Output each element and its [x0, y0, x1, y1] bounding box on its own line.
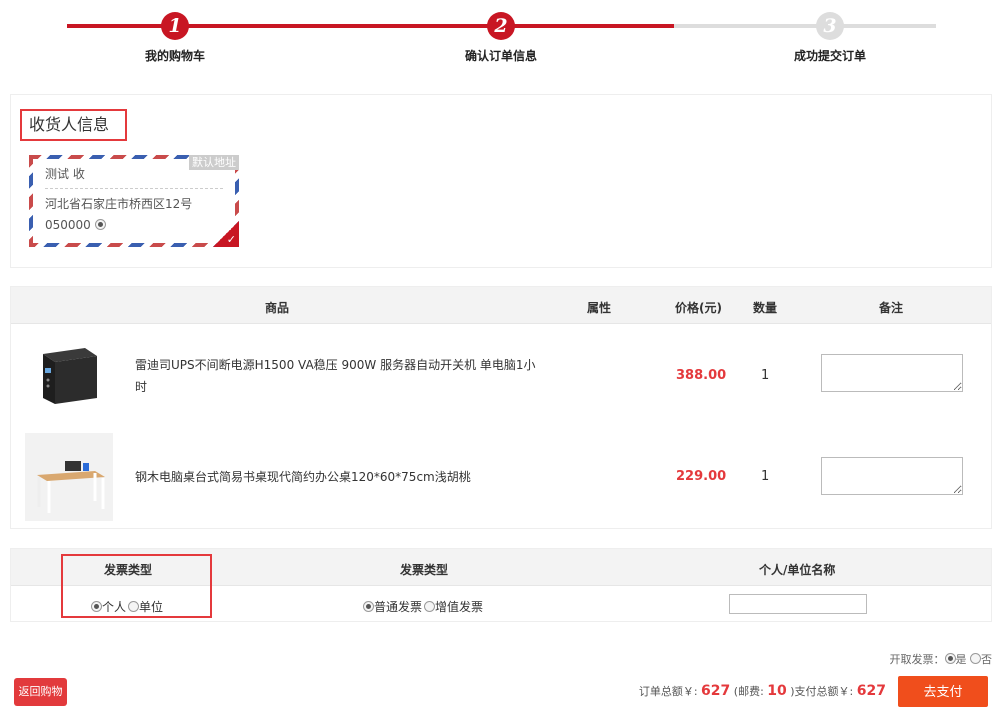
address-card[interactable]: 默认地址 测试 收 河北省石家庄市桥西区12号 050000 ✓ [29, 155, 239, 247]
invoice-no-radio[interactable] [970, 653, 981, 664]
shipping-value: 10 [767, 683, 787, 699]
normal-invoice-label[interactable]: 普通发票 [374, 600, 422, 614]
goods-row: 钢木电脑桌台式简易书桌现代简约办公桌120*60*75cm浅胡桃 229.00 … [11, 433, 991, 523]
desk-product-image[interactable] [25, 433, 113, 521]
remark-input[interactable] [821, 457, 963, 495]
total-value: 627 [701, 683, 731, 699]
selected-check-icon: ✓ [213, 221, 239, 247]
invoice-toggle-label: 开取发票： [889, 653, 945, 666]
step-confirm: 2 确认订单信息 [421, 12, 581, 64]
goods-table-header: 商品 属性 价格(元) 数量 备注 [11, 287, 991, 324]
invoice-toggle: 开取发票： 是 否 [889, 651, 992, 667]
address-card-body: 默认地址 测试 收 河北省石家庄市桥西区12号 050000 ✓ [33, 155, 239, 247]
invoice-yes-label[interactable]: 是 [956, 653, 967, 666]
consignee-title: 收货人信息 [20, 109, 127, 141]
step-label: 成功提交订单 [793, 49, 866, 63]
col-product: 商品 [265, 301, 290, 315]
step-number: 2 [487, 12, 515, 40]
default-address-tag[interactable]: 默认地址 [189, 155, 239, 170]
vat-invoice-label[interactable]: 增值发票 [435, 600, 483, 614]
step-cart: 1 我的购物车 [95, 12, 255, 64]
pay-total-label: )支付总额￥: [790, 685, 854, 698]
step-number: 3 [816, 12, 844, 40]
col-invoice-name: 个人/单位名称 [759, 563, 836, 577]
col-invoice-kind: 发票类型 [400, 563, 449, 577]
invoice-name-input[interactable] [729, 594, 867, 614]
invoice-type-highlight [61, 554, 212, 618]
consignee-address: 河北省石家庄市桥西区12号 [45, 197, 193, 211]
pay-button[interactable]: 去支付 [898, 676, 988, 707]
col-qty: 数量 [753, 301, 778, 315]
goods-qty: 1 [761, 469, 770, 484]
order-totals: 订单总额￥: 627 (邮费: 10 )支付总额￥: 627 [639, 683, 886, 699]
col-price: 价格(元) [675, 301, 722, 315]
goods-name[interactable]: 钢木电脑桌台式简易书桌现代简约办公桌120*60*75cm浅胡桃 [135, 466, 545, 488]
goods-row: 雷迪司UPS不间断电源H1500 VA稳压 900W 服务器自动开关机 单电脑1… [11, 332, 991, 422]
goods-qty: 1 [761, 368, 770, 383]
address-select-radio[interactable] [94, 219, 106, 230]
col-attr: 属性 [587, 301, 612, 315]
col-remark: 备注 [879, 301, 904, 315]
checkout-progress: 1 我的购物车 2 确认订单信息 3 成功提交订单 [0, 0, 999, 70]
invoice-no-label[interactable]: 否 [981, 653, 992, 666]
step-label: 我的购物车 [144, 49, 205, 63]
goods-name[interactable]: 雷迪司UPS不间断电源H1500 VA稳压 900W 服务器自动开关机 单电脑1… [135, 354, 545, 398]
goods-price: 229.00 [676, 469, 727, 484]
consignee-zip-row: 050000 [45, 218, 223, 232]
goods-table: 商品 属性 价格(元) 数量 备注 雷迪司UPS不间断电源H1500 VA稳压 … [10, 286, 992, 529]
total-label: 订单总额￥: [638, 685, 698, 698]
back-to-cart-button[interactable]: 返回购物 [14, 678, 67, 706]
remark-input[interactable] [821, 354, 963, 392]
goods-price: 388.00 [676, 368, 727, 383]
normal-invoice-radio[interactable] [363, 601, 374, 612]
shipping-label: (邮费: [733, 685, 764, 698]
step-label: 确认订单信息 [464, 49, 537, 63]
invoice-yes-radio[interactable] [944, 653, 956, 664]
ups-product-image[interactable] [25, 332, 113, 420]
vat-invoice-radio[interactable] [424, 601, 436, 612]
consignee-zip: 050000 [45, 218, 91, 232]
invoice-kind-options: 普通发票 增值发票 [363, 598, 485, 615]
step-number: 1 [161, 12, 189, 40]
step-submitted: 3 成功提交订单 [750, 12, 910, 64]
pay-total-value: 627 [856, 683, 886, 699]
consignee-section: 收货人信息 默认地址 测试 收 河北省石家庄市桥西区12号 050000 ✓ [10, 94, 992, 268]
